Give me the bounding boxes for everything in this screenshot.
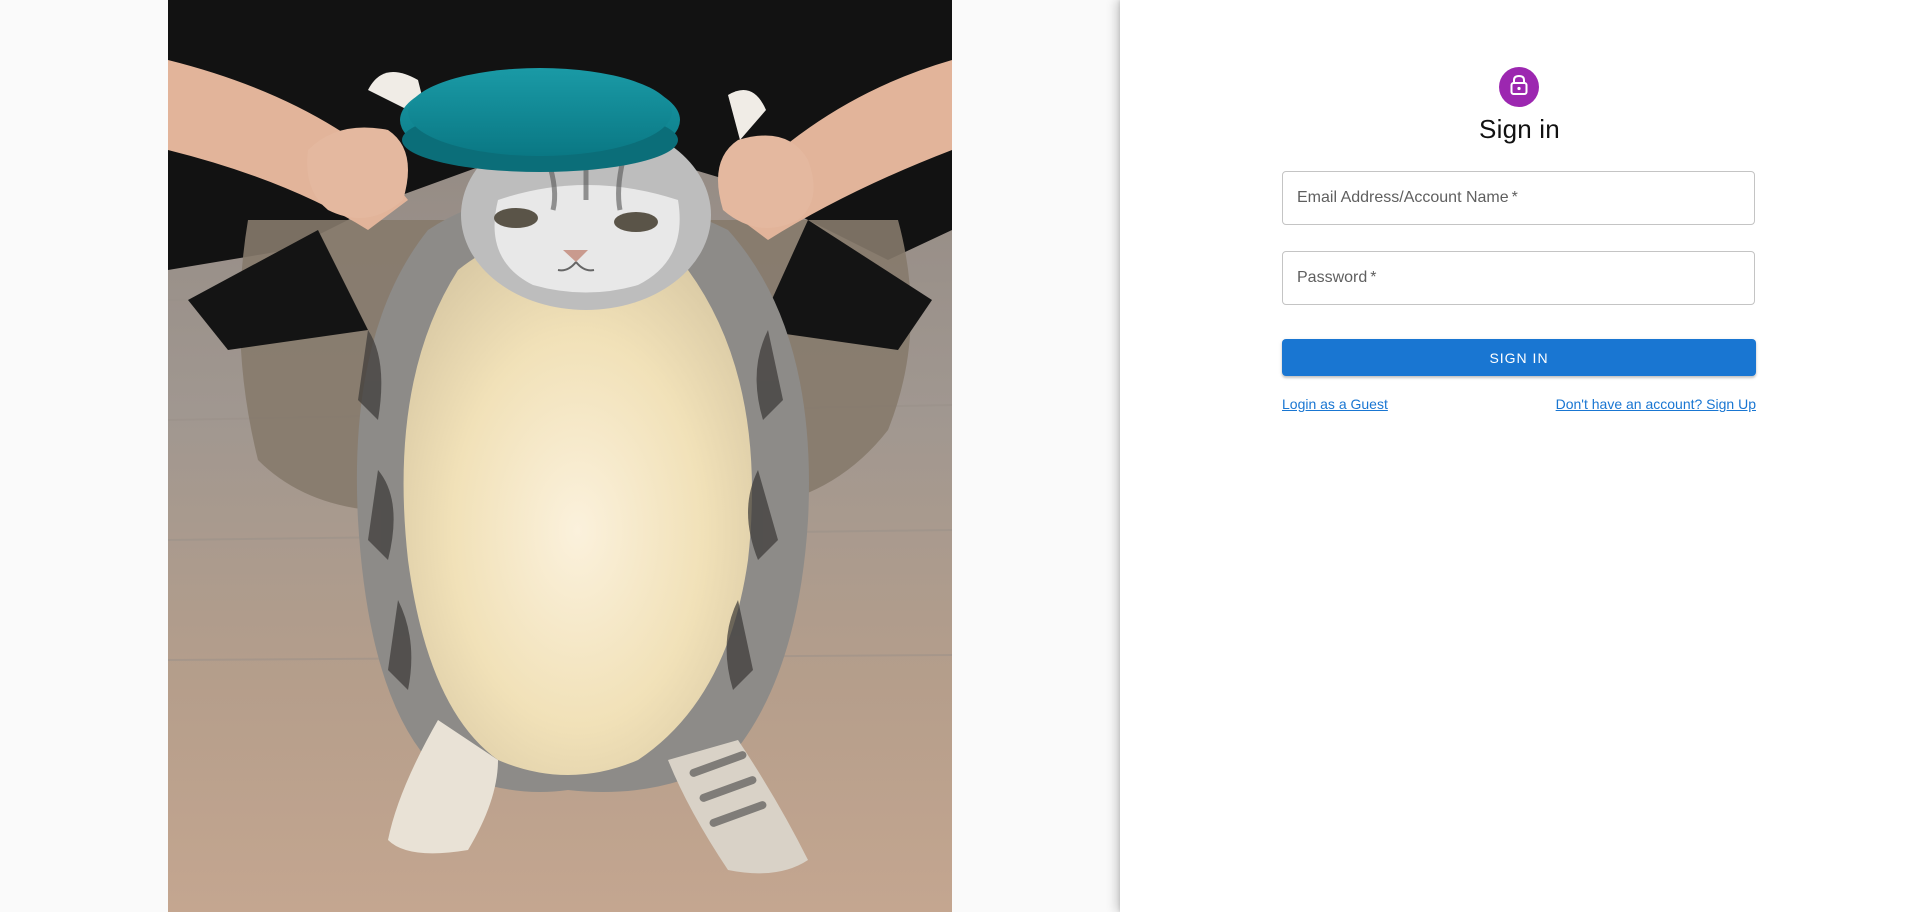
sign-up-link[interactable]: Don't have an account? Sign Up	[1556, 396, 1756, 412]
password-field[interactable]: Password *	[1282, 251, 1755, 305]
email-input[interactable]	[1283, 172, 1754, 224]
hero-image	[168, 0, 952, 912]
lock-avatar	[1499, 67, 1539, 107]
email-field[interactable]: Email Address/Account Name *	[1282, 171, 1755, 225]
page-title: Sign in	[1479, 114, 1560, 144]
sign-in-button[interactable]: Sign In	[1282, 339, 1756, 376]
hero-area	[0, 0, 1120, 912]
lock-icon	[1509, 74, 1529, 101]
sign-in-page: Sign in Email Address/Account Name * Pass…	[0, 0, 1920, 912]
password-input[interactable]	[1283, 252, 1754, 304]
auth-links: Login as a Guest Don't have an account? …	[1282, 396, 1756, 412]
sign-in-panel: Sign in Email Address/Account Name * Pass…	[1120, 0, 1920, 912]
guest-login-link[interactable]: Login as a Guest	[1282, 396, 1388, 412]
